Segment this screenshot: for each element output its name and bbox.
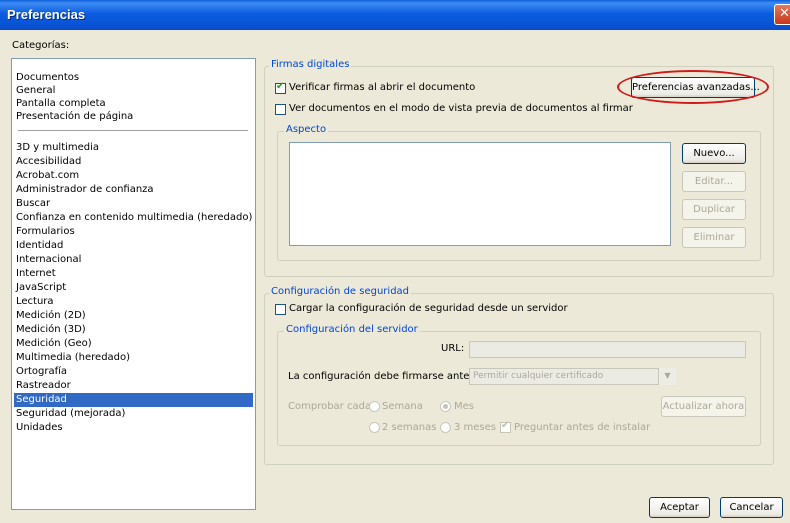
list-item-internacional[interactable]: Internacional [14, 253, 253, 267]
sign-before-label: La configuración debe firmarse antes del… [288, 371, 497, 382]
new-button[interactable]: Nuevo... [682, 143, 746, 164]
list-item-presentacion[interactable]: Presentación de página [14, 110, 253, 124]
list-item-internet[interactable]: Internet [14, 267, 253, 281]
edit-button[interactable]: Editar... [682, 171, 746, 192]
list-item-identidad[interactable]: Identidad [14, 239, 253, 253]
radio-week[interactable] [369, 401, 380, 412]
close-button[interactable]: ✕ [774, 4, 790, 25]
digital-signatures-title: Firmas digitales [269, 59, 352, 70]
server-settings-title: Configuración del servidor [284, 324, 420, 335]
list-item-administrador[interactable]: Administrador de confianza [14, 183, 253, 197]
preview-mode-checkbox[interactable] [275, 104, 286, 115]
radio-month[interactable] [440, 401, 451, 412]
load-from-server-label: Cargar la configuración de seguridad des… [289, 303, 568, 314]
ask-before-install-label: Preguntar antes de instalar [514, 422, 651, 433]
update-now-button[interactable]: Actualizar ahora [661, 396, 746, 417]
list-item-lectura[interactable]: Lectura [14, 295, 253, 309]
list-item-seguridad[interactable]: Seguridad [14, 393, 253, 407]
checkmark-icon: ✔ [276, 81, 285, 92]
duplicate-button[interactable]: Duplicar [682, 199, 746, 220]
appearance-title: Aspecto [284, 124, 329, 135]
list-item-multimedia-heredado[interactable]: Multimedia (heredado) [14, 351, 253, 365]
certificate-select[interactable]: Permitir cualquier certificado [469, 368, 676, 385]
list-separator [18, 130, 248, 131]
verify-signatures-checkbox[interactable]: ✔ [275, 81, 286, 94]
delete-button[interactable]: Eliminar [682, 227, 746, 248]
radio-two-weeks[interactable] [369, 422, 380, 433]
ask-before-install-checkbox[interactable]: ✔ [500, 420, 511, 433]
list-item-buscar[interactable]: Buscar [14, 197, 253, 211]
list-item-acrobat-com[interactable]: Acrobat.com [14, 169, 253, 183]
list-item-medicion-geo[interactable]: Medición (Geo) [14, 337, 253, 351]
preferences-dialog: Preferencias ✕ Categorías: Documentos Ge… [0, 0, 790, 523]
list-item-medicion-2d[interactable]: Medición (2D) [14, 309, 253, 323]
radio-three-months[interactable] [440, 422, 451, 433]
cancel-button[interactable]: Cancelar [720, 497, 783, 518]
list-item-documentos[interactable]: Documentos [14, 71, 253, 85]
list-item-3d-multimedia[interactable]: 3D y multimedia [14, 141, 253, 155]
url-label: URL: [441, 343, 465, 354]
categories-list[interactable]: Documentos General Pantalla completa Pre… [11, 58, 256, 510]
list-item-formularios[interactable]: Formularios [14, 225, 253, 239]
preview-mode-label: Ver documentos en el modo de vista previ… [289, 103, 633, 114]
appearance-list[interactable] [289, 142, 671, 246]
title-bar[interactable]: Preferencias ✕ [0, 0, 790, 30]
list-item-rastreador[interactable]: Rastreador [14, 379, 253, 393]
radio-month-label: Mes [454, 401, 474, 412]
radio-week-label: Semana [382, 401, 423, 412]
categories-label: Categorías: [12, 40, 70, 51]
security-settings-title: Configuración de seguridad [269, 286, 412, 297]
verify-signatures-label: Verificar firmas al abrir el documento [289, 82, 476, 93]
radio-three-months-label: 3 meses [454, 422, 497, 433]
load-from-server-checkbox[interactable] [275, 304, 286, 315]
checkmark-icon: ✔ [501, 420, 510, 431]
url-input[interactable] [469, 341, 746, 358]
chevron-down-icon[interactable]: ▼ [658, 368, 676, 385]
list-item-ortografia[interactable]: Ortografía [14, 365, 253, 379]
list-item-pantalla-completa[interactable]: Pantalla completa [14, 97, 253, 111]
list-item-general[interactable]: General [14, 84, 253, 98]
list-item-medicion-3d[interactable]: Medición (3D) [14, 323, 253, 337]
list-item-javascript[interactable]: JavaScript [14, 281, 253, 295]
window-title: Preferencias [7, 7, 86, 22]
list-item-unidades[interactable]: Unidades [14, 421, 253, 435]
highlight-oval [617, 70, 769, 104]
list-item-seguridad-mejorada[interactable]: Seguridad (mejorada) [14, 407, 253, 421]
radio-two-weeks-label: 2 semanas [382, 422, 437, 433]
check-every-label: Comprobar cada: [288, 401, 375, 412]
list-item-accesibilidad[interactable]: Accesibilidad [14, 155, 253, 169]
list-item-confianza-multimedia[interactable]: Confianza en contenido multimedia (hered… [14, 211, 253, 225]
radio-dot-icon [443, 404, 448, 409]
ok-button[interactable]: Aceptar [649, 497, 710, 518]
